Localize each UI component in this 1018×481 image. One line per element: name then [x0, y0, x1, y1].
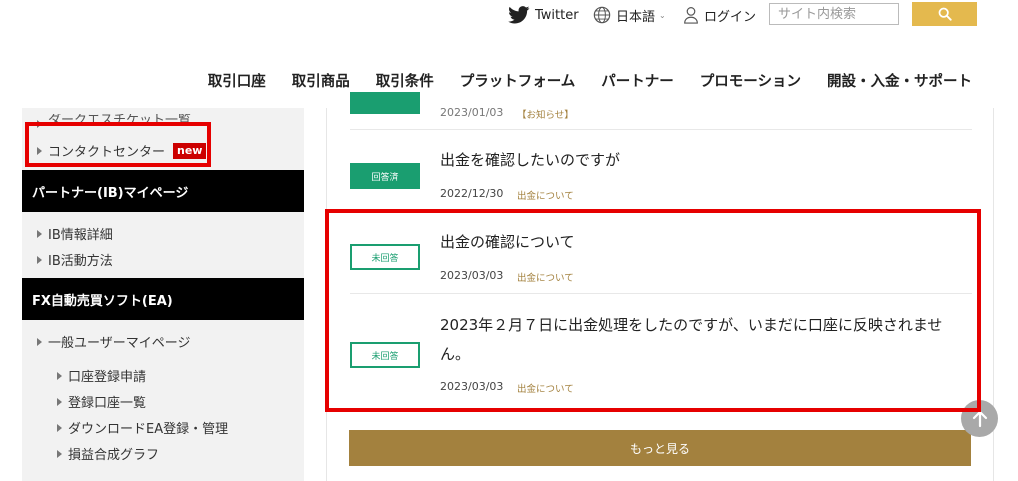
sidebar-item-label: IB活動方法: [48, 254, 113, 269]
caret-right-icon: [57, 449, 62, 458]
question-title[interactable]: 出金を確認したいのですが: [440, 146, 970, 175]
question-date: 2023/03/03: [440, 380, 504, 393]
sidebar-item-label: 口座登録申請: [68, 370, 147, 385]
sidebar-item-label: 一般ユーザーマイページ: [48, 336, 191, 351]
nav-item-conditions[interactable]: 取引条件: [376, 70, 434, 91]
sidebar-item-pl-graph[interactable]: 損益合成グラフ: [57, 444, 159, 463]
nav-item-promotion[interactable]: プロモーション: [700, 70, 801, 91]
sidebar-item-label: コンタクトセンター: [48, 145, 166, 160]
status-badge: 未回答: [350, 342, 420, 368]
sidebar-item-general-user[interactable]: 一般ユーザーマイページ: [37, 332, 190, 351]
question-category[interactable]: 出金について: [517, 270, 574, 284]
nav-item-partner[interactable]: パートナー: [601, 70, 674, 91]
main-nav: 取引口座 取引商品 取引条件 プラットフォーム パートナー プロモーション 開設…: [208, 70, 972, 91]
sidebar-header-partner[interactable]: パートナー(IB)マイページ: [22, 170, 304, 212]
login-link[interactable]: ログイン: [683, 4, 756, 26]
language-selector[interactable]: 日本語 ⌄: [593, 4, 666, 26]
question-category[interactable]: 出金について: [517, 188, 574, 202]
sidebar-item-contact-center[interactable]: コンタクトセンター new: [37, 141, 207, 160]
caret-right-icon: [37, 146, 42, 155]
nav-item-platform[interactable]: プラットフォーム: [460, 70, 576, 91]
globe-icon: [593, 6, 611, 24]
sidebar-item-ib-method[interactable]: IB活動方法: [37, 250, 113, 269]
sidebar-item-ticket-list[interactable]: ダークエスチケット一覧: [37, 114, 191, 128]
question-list: 2023/01/03 【お知らせ】 回答済 出金を確認したいのですが 2022/…: [326, 92, 994, 481]
search-button[interactable]: [912, 2, 977, 26]
caret-right-icon: [57, 397, 62, 406]
twitter-link[interactable]: Twitter: [508, 4, 579, 26]
question-date: 2023/03/03: [440, 269, 504, 282]
nav-item-accounts[interactable]: 取引口座: [208, 70, 266, 91]
sidebar-item-registered-accounts[interactable]: 登録口座一覧: [57, 392, 146, 411]
question-title[interactable]: 出金の確認について: [440, 228, 970, 257]
twitter-label: Twitter: [535, 7, 579, 23]
load-more-button[interactable]: もっと見る: [349, 430, 971, 466]
question-category[interactable]: 出金について: [517, 381, 574, 395]
caret-right-icon: [57, 423, 62, 432]
caret-right-icon: [37, 255, 42, 264]
top-bar: Twitter 日本語 ⌄ ログイン: [0, 0, 1018, 30]
search-input[interactable]: [769, 3, 899, 25]
sidebar-item-download-ea[interactable]: ダウンロードEA登録・管理: [57, 418, 228, 437]
scroll-to-top-button[interactable]: [961, 400, 998, 437]
user-icon: [684, 7, 698, 24]
caret-right-icon: [37, 120, 42, 128]
status-badge: 回答済: [350, 163, 420, 189]
nav-item-products[interactable]: 取引商品: [292, 70, 350, 91]
chevron-down-icon: ⌄: [659, 10, 666, 20]
language-label: 日本語: [616, 9, 656, 25]
sidebar-item-label: ダークエスチケット一覧: [48, 114, 192, 128]
arrow-up-icon: [972, 410, 987, 427]
question-category: 【お知らせ】: [517, 110, 574, 121]
sidebar-item-label: IB情報詳細: [48, 228, 113, 243]
caret-right-icon: [37, 229, 42, 238]
status-badge: [350, 92, 420, 114]
divider: [350, 211, 972, 212]
login-label: ログイン: [704, 9, 757, 25]
sidebar: ダークエスチケット一覧 コンタクトセンター new パートナー(IB)マイページ…: [22, 108, 304, 481]
sidebar-item-label: ダウンロードEA登録・管理: [68, 422, 229, 437]
divider: [350, 293, 972, 294]
question-title[interactable]: 2023年２月７日に出金処理をしたのですが、いまだに口座に反映されません。: [440, 311, 970, 369]
sidebar-header-ea[interactable]: FX自動売買ソフト(EA): [22, 278, 304, 320]
sidebar-item-label: 損益合成グラフ: [68, 448, 160, 463]
status-badge: 未回答: [350, 244, 420, 270]
sidebar-item-ib-details[interactable]: IB情報詳細: [37, 224, 113, 243]
sidebar-item-account-registration[interactable]: 口座登録申請: [57, 366, 146, 385]
twitter-icon: [508, 6, 530, 24]
search-icon: [938, 7, 952, 21]
nav-item-support[interactable]: 開設・入金・サポート: [827, 70, 972, 91]
question-date: 2022/12/30: [440, 187, 504, 200]
caret-right-icon: [57, 371, 62, 380]
new-badge: new: [173, 142, 207, 159]
question-date: 2023/01/03: [440, 106, 504, 119]
caret-right-icon: [37, 337, 42, 346]
divider: [350, 129, 972, 130]
sidebar-item-label: 登録口座一覧: [68, 396, 147, 411]
